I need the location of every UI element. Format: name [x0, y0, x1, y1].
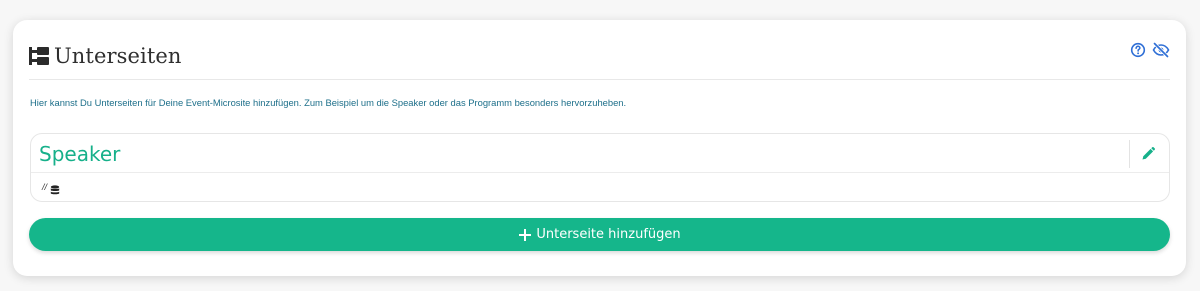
sitemap-icon	[29, 47, 49, 65]
plus-icon	[518, 228, 532, 242]
header-actions	[1130, 42, 1170, 58]
subpage-path: //	[42, 182, 60, 195]
subpage-title-link[interactable]: Speaker	[39, 142, 120, 166]
section-title: Unterseiten	[29, 42, 182, 70]
divider	[1129, 140, 1130, 168]
database-icon	[50, 182, 60, 195]
page-title: Unterseiten	[54, 44, 182, 68]
subpage-item: Speaker //	[30, 133, 1170, 202]
section-hint: Hier kannst Du Unterseiten für Deine Eve…	[30, 97, 627, 108]
add-subpage-label: Unterseite hinzufügen	[536, 227, 681, 242]
card-header: Unterseiten	[29, 40, 1170, 80]
eye-slash-icon[interactable]	[1152, 42, 1170, 58]
subpages-card: Unterseiten Hier kannst Du Unterseiten f…	[13, 20, 1186, 276]
add-subpage-button[interactable]: Unterseite hinzufügen	[29, 218, 1170, 251]
edit-subpage-button[interactable]	[1139, 145, 1157, 163]
question-circle-icon[interactable]	[1130, 42, 1146, 58]
subpage-item-header: Speaker	[31, 134, 1169, 173]
pencil-icon	[1142, 147, 1155, 160]
subpage-path-text: //	[42, 182, 48, 192]
